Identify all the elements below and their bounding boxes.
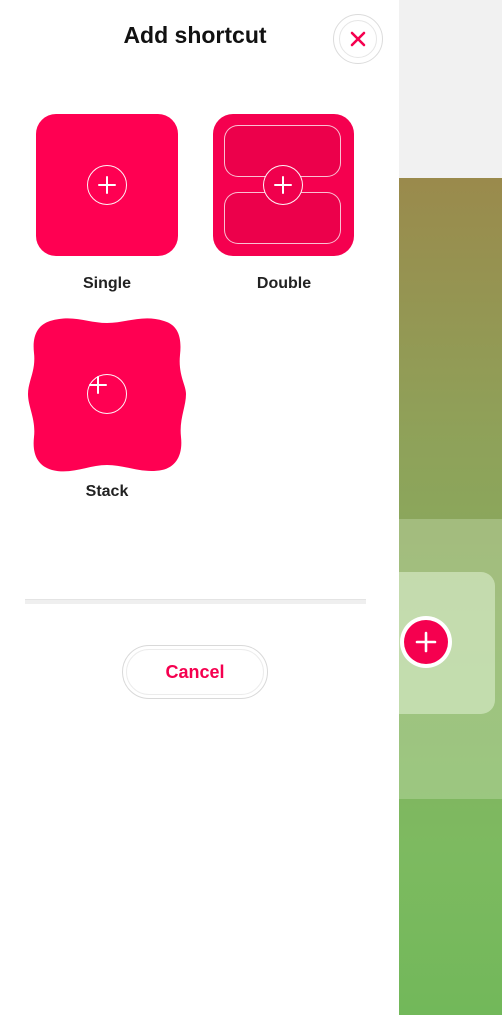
plus-icon <box>89 376 107 394</box>
close-icon <box>350 31 366 47</box>
add-shortcut-sheet: Add shortcut Single Double Stack Cancel <box>0 0 399 1015</box>
double-shortcut-tile[interactable] <box>213 114 354 256</box>
plus-circle <box>87 165 127 205</box>
plus-icon <box>98 176 116 194</box>
cancel-button[interactable]: Cancel <box>122 645 268 699</box>
divider <box>25 599 366 604</box>
plus-icon <box>415 631 437 653</box>
stack-shortcut-tile[interactable] <box>28 315 186 473</box>
plus-circle <box>263 165 303 205</box>
stack-label: Stack <box>85 483 129 500</box>
single-shortcut-tile[interactable] <box>36 114 178 256</box>
sheet-title: Add shortcut <box>123 22 267 48</box>
close-button[interactable] <box>333 14 383 64</box>
double-label: Double <box>256 275 312 292</box>
plus-circle <box>87 374 127 414</box>
cancel-label: Cancel <box>126 649 264 695</box>
background-add-button[interactable] <box>400 616 452 668</box>
single-label: Single <box>82 275 131 292</box>
plus-icon <box>274 176 292 194</box>
